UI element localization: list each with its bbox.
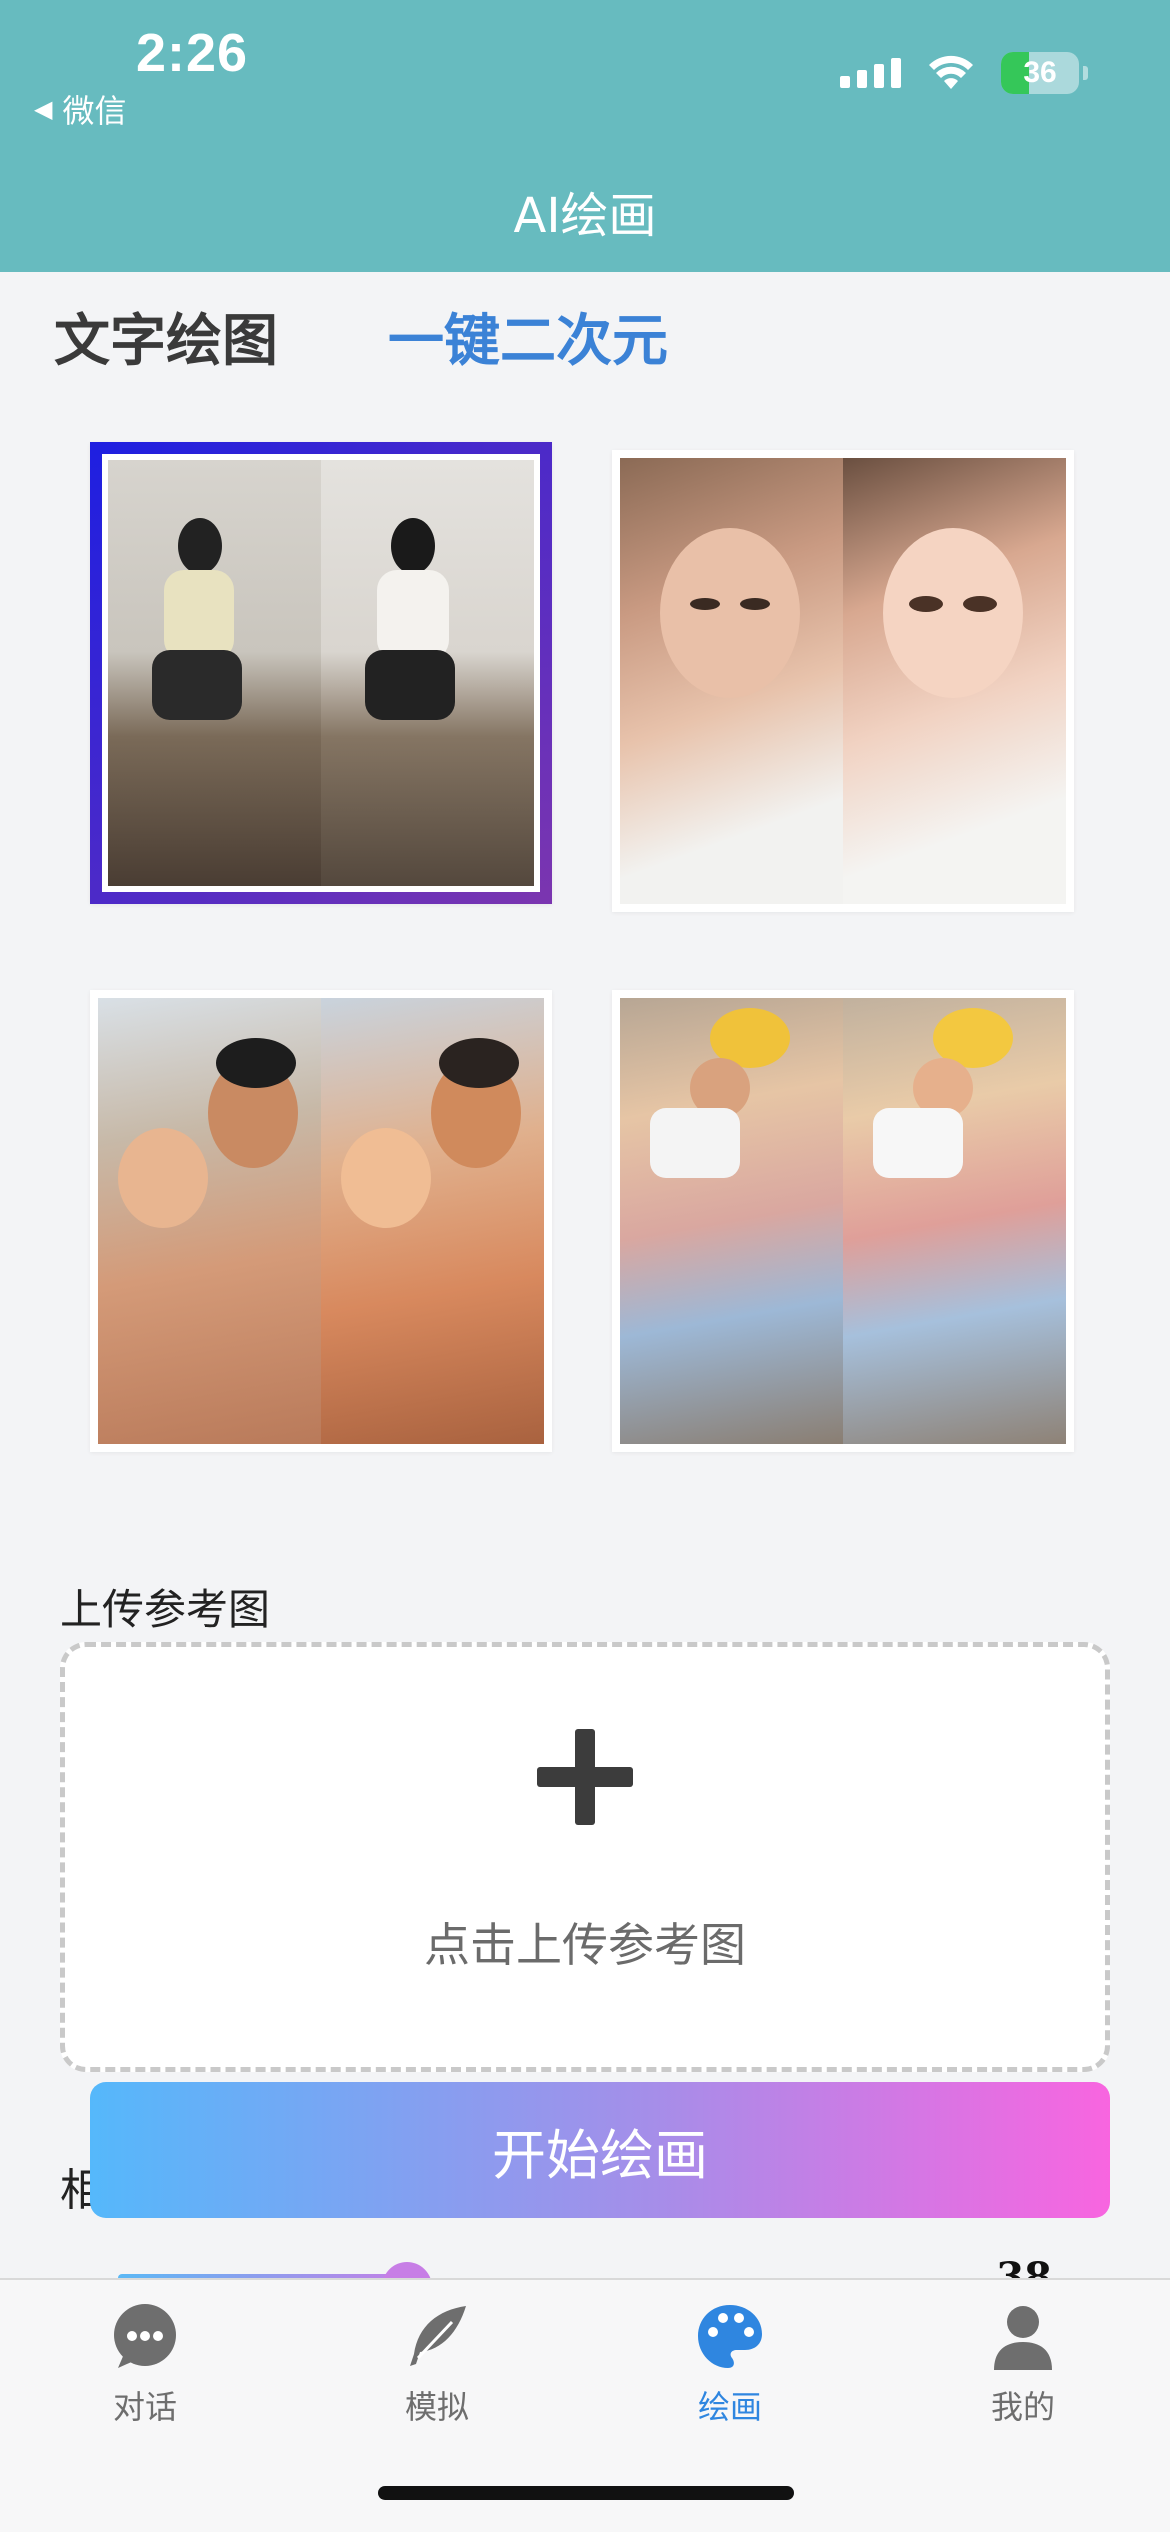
tab-one-click-anime[interactable]: 一键二次元 [388,296,668,377]
page-title: AI绘画 [513,188,657,244]
upload-hint: 点击上传参考图 [424,1918,746,1972]
example-photo-original [620,998,843,1444]
cellular-signal-icon [840,58,901,88]
feather-icon [410,2306,466,2366]
plus-icon [537,1729,633,1825]
style-card-sleeping-child[interactable] [612,990,1074,1452]
battery-percent: 36 [1023,56,1057,89]
chat-bubble-icon [114,2304,176,2368]
start-drawing-button[interactable]: 开始绘画 [90,2082,1110,2218]
tab-text-to-image[interactable]: 文字绘图 [54,296,278,377]
palette-icon [698,2305,762,2368]
status-icons: 36 [840,52,1088,94]
nav-label-chat: 对话 [112,2388,177,2426]
example-photo-original [620,458,843,904]
nav-item-profile[interactable]: 我的 [933,2302,1113,2428]
back-app-label: 微信 [62,92,127,130]
mode-tabs: 文字绘图 一键二次元 [54,296,668,377]
example-photo-anime [843,458,1066,904]
battery-icon: 36 [1001,52,1079,94]
example-photo-original [98,998,321,1444]
nav-item-simulate[interactable]: 模拟 [347,2302,527,2428]
status-time: 2:26 [136,23,249,83]
style-card-portrait[interactable] [612,450,1074,912]
style-card-family[interactable] [90,990,552,1452]
example-photo-anime [321,998,544,1444]
upload-reference-image-area[interactable]: 点击上传参考图 [60,1642,1110,2072]
wifi-icon [929,55,973,89]
back-to-wechat[interactable]: ◀ 微信 [34,86,126,132]
back-triangle-icon: ◀ [34,95,53,123]
nav-item-chat[interactable]: 对话 [55,2302,235,2428]
nav-label-profile: 我的 [990,2388,1055,2426]
battery-tip [1083,66,1088,80]
style-card-street-selected[interactable] [90,442,552,904]
home-indicator[interactable] [378,2486,794,2500]
nav-label-simulate: 模拟 [404,2388,469,2426]
example-photo-original [108,460,321,886]
example-photo-anime [843,998,1066,1444]
example-photo-anime [321,460,534,886]
user-icon [994,2306,1052,2370]
app-screen: 2:26 ◀ 微信 36 AI绘画 文字绘图 一键二次元 上传参考图 点击上传参… [0,0,1170,2532]
header-bar: 2:26 ◀ 微信 36 AI绘画 [0,0,1170,272]
upload-section-label: 上传参考图 [60,1585,271,1634]
nav-item-drawing[interactable]: 绘画 [640,2302,820,2428]
nav-label-drawing: 绘画 [697,2388,762,2426]
